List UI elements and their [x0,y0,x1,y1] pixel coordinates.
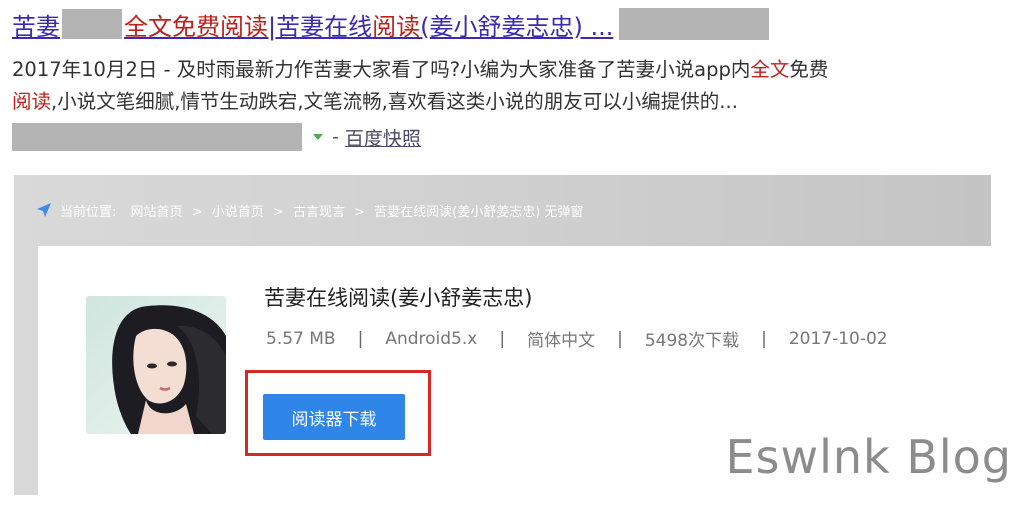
app-date: 2017-10-02 [788,328,888,349]
redacted-block [619,8,770,40]
app-size: 5.57 MB [266,328,336,349]
snapshot-link[interactable]: 百度快照 [345,124,421,151]
breadcrumb-item-home[interactable]: 网站首页 [131,205,183,220]
meta-separator: | [761,328,767,349]
breadcrumb-separator: > [354,204,365,220]
reader-download-button[interactable]: 阅读器下载 [263,394,405,440]
breadcrumb-item-current: 苦妻在线阅读(姜小舒姜志忠) 无弹窗 [374,204,584,220]
redacted-url [12,123,302,151]
result-snippet: 2017年10月2日 - 及时雨最新力作苦妻大家看了吗?小编为大家准备了苦妻小说… [12,54,1002,118]
snippet-keyword-highlight: 阅读 [12,90,52,113]
snippet-text: ,小说文笔细腻,情节生动跌宕,文笔流畅,喜欢看这类小说的朋友可以小编提供的... [51,90,738,113]
breadcrumb-label: 当前位置: [60,204,117,220]
meta-separator: | [617,328,623,349]
search-result: 苦妻 全文免费阅读 |苦妻在线 阅读 (姜小舒姜志忠) ... 2017年10月… [12,2,1012,153]
location-arrow-icon [36,202,52,218]
breadcrumb-separator: > [191,204,203,220]
breadcrumb-separator: > [272,204,284,220]
redacted-block [62,9,122,39]
breadcrumb-item-novels[interactable]: 小说首页 [212,205,264,220]
title-text-1[interactable]: 苦妻 [12,7,60,42]
app-download-count: 5498次下载 [644,331,740,351]
meta-separator: | [357,328,364,349]
app-os: Android5.x [385,328,478,349]
title-keyword-highlight-2[interactable]: 阅读 [372,7,420,42]
title-keyword-highlight[interactable]: 全文免费阅读 [124,7,268,42]
breadcrumb: 当前位置: 网站首页 > 小说首页 > 古言现言 > 苦妻在线阅读(姜小舒姜志忠… [14,175,991,245]
result-title-link[interactable]: 苦妻 全文免费阅读 |苦妻在线 阅读 (姜小舒姜志忠) ... [12,2,1012,46]
snippet-keyword-highlight: 全文 [750,58,790,81]
app-cover-image [86,296,226,434]
breadcrumb-item-category[interactable]: 古言现言 [293,205,345,220]
app-language: 简体中文 [527,331,596,351]
result-url-row: - 百度快照 [12,121,1012,153]
watermark-text: Eswlnk Blog [725,430,1012,484]
app-title: 苦妻在线阅读(姜小舒姜志忠) [264,286,533,310]
title-text-2[interactable]: |苦妻在线 [268,7,372,42]
title-text-3[interactable]: (姜小舒姜志忠) ... [420,7,613,42]
url-separator: - [332,126,339,148]
snippet-text: 免费 [789,58,829,81]
snippet-text: 2017年10月2日 - 及时雨最新力作苦妻大家看了吗?小编为大家准备了苦妻小说… [12,58,751,81]
app-meta-row: 5.57 MB | Android5.x | 简体中文 | 5498次下载 | … [266,326,888,352]
caret-down-icon[interactable] [312,130,326,144]
meta-separator: | [499,328,506,349]
